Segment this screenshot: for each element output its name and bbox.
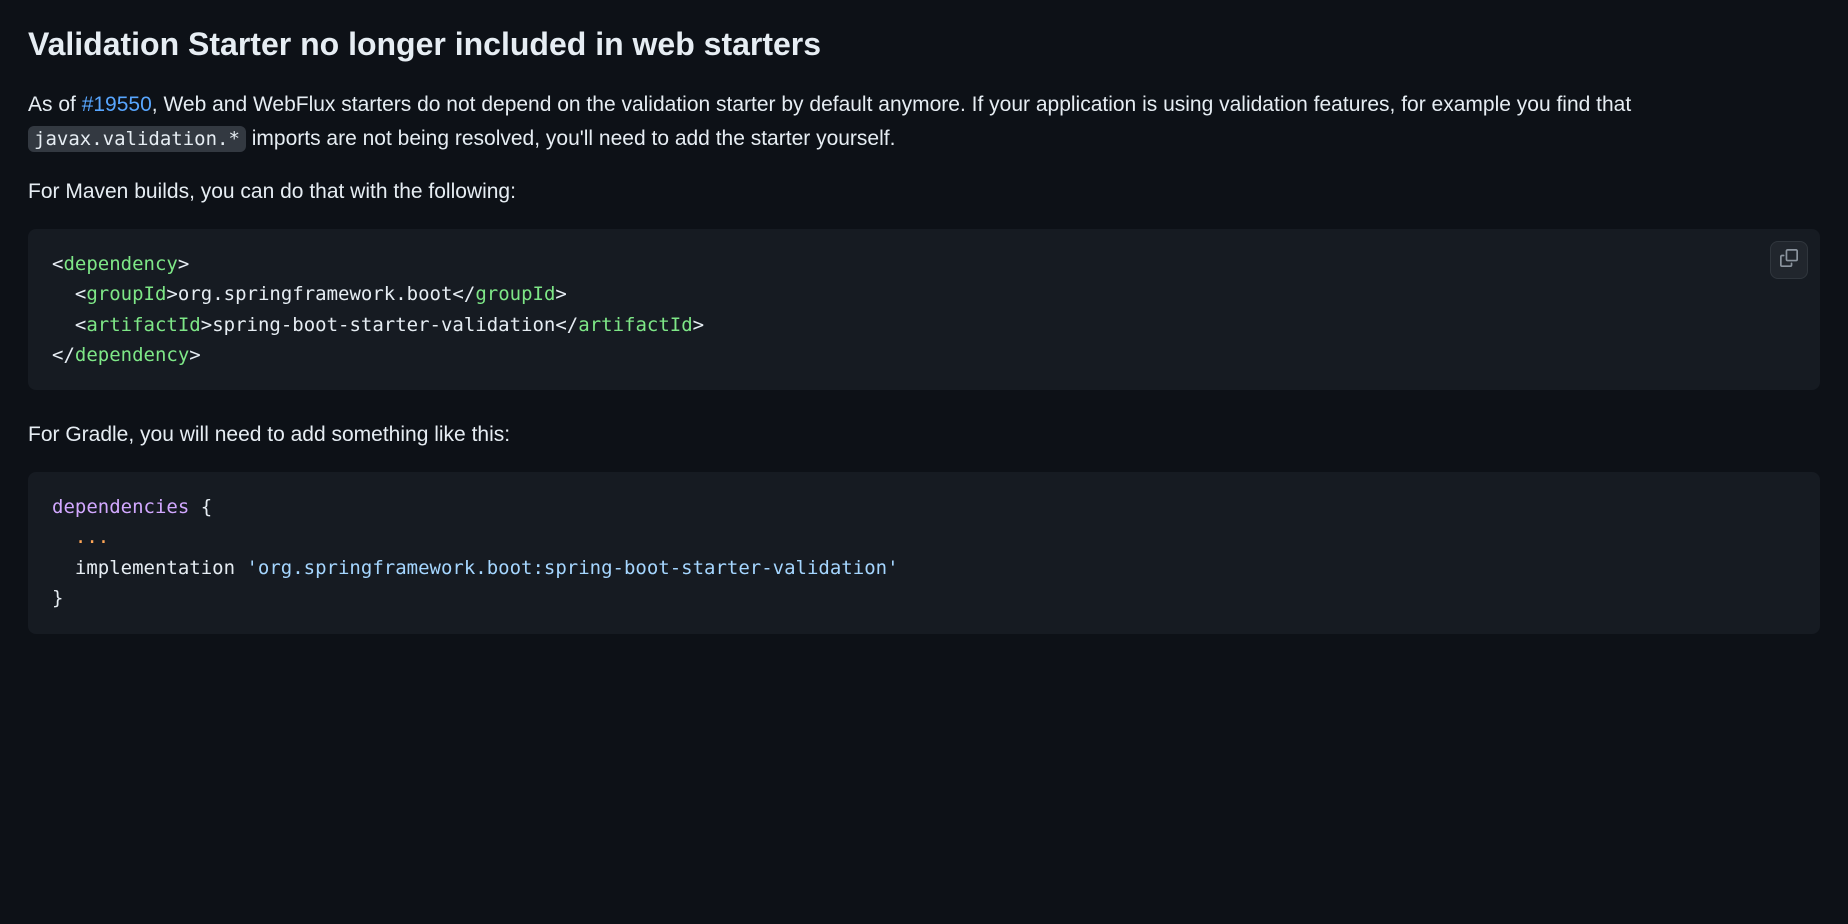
xml-punct: < bbox=[75, 283, 86, 305]
copy-icon bbox=[1780, 249, 1798, 270]
text-pre: As of bbox=[28, 93, 82, 116]
issue-link[interactable]: #19550 bbox=[82, 93, 152, 116]
dep-string: 'org.springframework.boot:spring-boot-st… bbox=[246, 557, 898, 579]
brace-open: { bbox=[189, 496, 212, 518]
gradle-code: dependencies { ... implementation 'org.s… bbox=[52, 492, 1796, 614]
xml-tag: artifactId bbox=[86, 314, 200, 336]
kw-dependencies: dependencies bbox=[52, 496, 189, 518]
xml-punct: > bbox=[555, 283, 566, 305]
xml-punct: > bbox=[178, 253, 189, 275]
maven-code: <dependency> <groupId>org.springframewor… bbox=[52, 249, 1796, 371]
text-mid: , Web and WebFlux starters do not depend… bbox=[152, 93, 1631, 116]
xml-punct: > bbox=[189, 344, 200, 366]
indent bbox=[52, 283, 75, 305]
maven-intro: For Maven builds, you can do that with t… bbox=[28, 175, 1820, 209]
xml-tag: artifactId bbox=[578, 314, 692, 336]
xml-punct: < bbox=[75, 314, 86, 336]
xml-punct: > bbox=[166, 283, 177, 305]
indent bbox=[52, 314, 75, 336]
xml-punct: > bbox=[201, 314, 212, 336]
xml-text: spring-boot-starter-validation bbox=[212, 314, 555, 336]
xml-tag: dependency bbox=[63, 253, 177, 275]
intro-paragraph: As of #19550, Web and WebFlux starters d… bbox=[28, 88, 1820, 155]
section-heading: Validation Starter no longer included in… bbox=[28, 24, 1820, 64]
xml-tag: groupId bbox=[475, 283, 555, 305]
xml-punct: < bbox=[52, 253, 63, 275]
impl-kw: implementation bbox=[75, 557, 247, 579]
ellipsis: ... bbox=[75, 526, 109, 548]
xml-punct: </ bbox=[452, 283, 475, 305]
xml-tag: groupId bbox=[86, 283, 166, 305]
inline-code: javax.validation.* bbox=[28, 126, 246, 152]
gradle-intro: For Gradle, you will need to add somethi… bbox=[28, 418, 1820, 452]
maven-code-block: <dependency> <groupId>org.springframewor… bbox=[28, 229, 1820, 391]
xml-text: org.springframework.boot bbox=[178, 283, 453, 305]
text-post: imports are not being resolved, you'll n… bbox=[246, 127, 896, 150]
xml-punct: </ bbox=[555, 314, 578, 336]
xml-punct: </ bbox=[52, 344, 75, 366]
indent bbox=[52, 526, 75, 548]
article-section: Validation Starter no longer included in… bbox=[0, 0, 1848, 686]
indent bbox=[52, 557, 75, 579]
copy-button[interactable] bbox=[1770, 241, 1808, 279]
xml-tag: dependency bbox=[75, 344, 189, 366]
gradle-code-block: dependencies { ... implementation 'org.s… bbox=[28, 472, 1820, 634]
brace-close: } bbox=[52, 587, 63, 609]
xml-punct: > bbox=[693, 314, 704, 336]
